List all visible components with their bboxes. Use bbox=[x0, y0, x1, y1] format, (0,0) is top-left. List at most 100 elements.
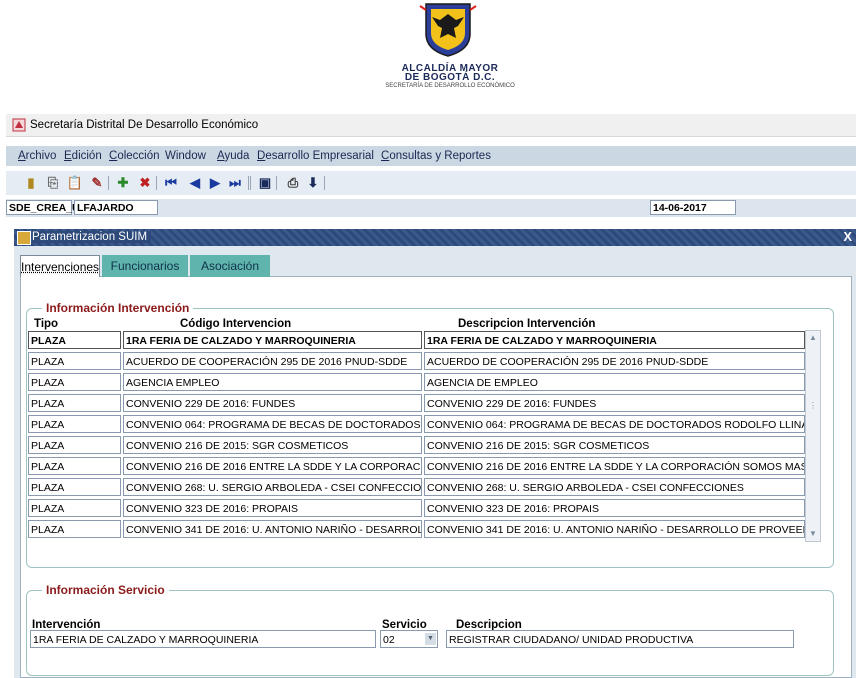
tipo-cell[interactable]: PLAZA bbox=[28, 373, 121, 391]
tipo-cell[interactable]: PLAZA bbox=[28, 394, 121, 412]
logo-line-2: DE BOGOTÁ D.C. bbox=[404, 72, 496, 83]
menu-label: Window bbox=[165, 150, 206, 162]
descripcion-cell[interactable]: CONVENIO 216 DE 2016 ENTRE LA SDDE Y LA … bbox=[424, 457, 805, 475]
descripcion-cell[interactable]: CONVENIO 341 DE 2016: U. ANTONIO NARIÑO … bbox=[424, 520, 805, 538]
insert-record-icon[interactable]: ✚ bbox=[114, 174, 132, 192]
toolbar-separator bbox=[248, 176, 249, 190]
codigo-cell[interactable]: CONVENIO 268: U. SERGIO ARBOLEDA - CSEI … bbox=[123, 478, 422, 496]
print-icon[interactable]: ⎙ bbox=[284, 174, 302, 192]
servicio-value: 02 bbox=[383, 634, 395, 646]
tab-intervenciones[interactable]: Intervenciones bbox=[20, 255, 100, 277]
tipo-cell[interactable]: PLAZA bbox=[28, 415, 121, 433]
toolbar: ▮ ⎘ 📋 ✎ ✚ ✖ ⏮ ◀ ▶ ⏭ ▣ ⎙ ⬇ bbox=[6, 171, 856, 195]
clear-icon[interactable]: ✎ bbox=[88, 174, 106, 192]
chevron-down-icon[interactable]: ▼ bbox=[425, 633, 436, 645]
menu-bar: Archivo Edición Colección Window Ayuda Desarr… bbox=[6, 146, 856, 166]
bogota-coat-of-arms-logo bbox=[418, 0, 478, 58]
form-title-bar: Parametrizacion SUIM X bbox=[14, 229, 856, 246]
codigo-cell[interactable]: 1RA FERIA DE CALZADO Y MARROQUINERIA bbox=[123, 331, 422, 349]
scroll-up-icon[interactable]: ▲ bbox=[806, 331, 820, 345]
descripcion-cell[interactable]: AGENCIA DE EMPLEO bbox=[424, 373, 805, 391]
menu-item-archivo[interactable]: Archivo bbox=[18, 150, 56, 162]
tipo-cell[interactable]: PLAZA bbox=[28, 457, 121, 475]
servicio-select[interactable]: 02 ▼ bbox=[380, 630, 438, 648]
next-record-icon[interactable]: ▶ bbox=[206, 174, 224, 192]
menu-label: esarrollo Empresarial bbox=[265, 150, 374, 162]
exit-icon[interactable]: ▮ bbox=[22, 174, 40, 192]
menu-accelerator: A bbox=[18, 150, 26, 162]
codigo-cell[interactable]: CONVENIO 064: PROGRAMA DE BECAS DE DOCTO… bbox=[123, 415, 422, 433]
first-record-icon[interactable]: ⏮ bbox=[162, 174, 180, 192]
servicio-frame-title: Información Servicio bbox=[42, 583, 169, 597]
app-title: Secretaría Distrital De Desarrollo Econó… bbox=[30, 119, 259, 131]
app-icon bbox=[12, 118, 26, 132]
descripcion-cell[interactable]: ACUERDO DE COOPERACIÓN 295 DE 2016 PNUD-… bbox=[424, 352, 805, 370]
codigo-cell[interactable]: CONVENIO 341 DE 2016: U. ANTONIO NARIÑO … bbox=[123, 520, 422, 538]
descripcion-cell[interactable]: CONVENIO 216 DE 2015: SGR COSMETICOS bbox=[424, 436, 805, 454]
app-title-bar: Secretaría Distrital De Desarrollo Econó… bbox=[6, 114, 856, 137]
form-title: Parametrizacion SUIM bbox=[32, 231, 152, 243]
paste-icon[interactable]: 📋 bbox=[66, 174, 84, 192]
toolbar-separator bbox=[324, 176, 325, 190]
instance-field: SDE_CREA_US bbox=[6, 200, 87, 215]
column-header-codigo: Código Intervencion bbox=[180, 318, 292, 330]
descripcion-cell[interactable]: CONVENIO 229 DE 2016: FUNDES bbox=[424, 394, 805, 412]
logo-caption: ALCALDÍA MAYOR DE BOGOTÁ D.C. SECRETARÍA… bbox=[370, 64, 530, 91]
tab-asociacion[interactable]: Asociación bbox=[190, 255, 270, 277]
table-scrollbar[interactable]: ▲ ⋮ ▼ bbox=[805, 330, 821, 542]
menu-label: onsultas y Reportes bbox=[389, 150, 491, 162]
codigo-cell[interactable]: CONVENIO 229 DE 2016: FUNDES bbox=[123, 394, 422, 412]
descripcion-cell[interactable]: 1RA FERIA DE CALZADO Y MARROQUINERIA bbox=[424, 331, 805, 349]
codigo-cell[interactable]: CONVENIO 323 DE 2016: PROPAIS bbox=[123, 499, 422, 517]
menu-item-window[interactable]: Window bbox=[165, 150, 206, 162]
toolbar-separator bbox=[276, 176, 277, 190]
descripcion-cell[interactable]: CONVENIO 268: U. SERGIO ARBOLEDA - CSEI … bbox=[424, 478, 805, 496]
menu-item-ayuda[interactable]: Ayuda bbox=[217, 150, 249, 162]
close-icon[interactable]: X bbox=[843, 229, 852, 244]
menu-accelerator: E bbox=[64, 150, 72, 162]
last-record-icon[interactable]: ⏭ bbox=[226, 174, 244, 192]
download-icon[interactable]: ⬇ bbox=[304, 174, 322, 192]
previous-record-icon[interactable]: ◀ bbox=[186, 174, 204, 192]
codigo-cell[interactable]: ACUERDO DE COOPERACIÓN 295 DE 2016 PNUD-… bbox=[123, 352, 422, 370]
codigo-cell[interactable]: CONVENIO 216 DE 2015: SGR COSMETICOS bbox=[123, 436, 422, 454]
column-header-tipo: Tipo bbox=[34, 318, 59, 330]
date-field: 14-06-2017 bbox=[650, 200, 736, 215]
tipo-cell[interactable]: PLAZA bbox=[28, 478, 121, 496]
toolbar-separator bbox=[156, 176, 157, 190]
descripcion-cell[interactable]: CONVENIO 064: PROGRAMA DE BECAS DE DOCTO… bbox=[424, 415, 805, 433]
menu-item-desarrollo-empresarial[interactable]: Desarrollo Empresarial bbox=[257, 150, 374, 162]
tipo-cell[interactable]: PLAZA bbox=[28, 520, 121, 538]
tipo-cell[interactable]: PLAZA bbox=[28, 352, 121, 370]
codigo-cell[interactable]: AGENCIA EMPLEO bbox=[123, 373, 422, 391]
toolbar-separator bbox=[108, 176, 109, 190]
intervencion-field[interactable]: 1RA FERIA DE CALZADO Y MARROQUINERIA bbox=[30, 630, 376, 648]
menu-label: yuda bbox=[224, 150, 250, 162]
toolbar-separator bbox=[250, 176, 251, 190]
logo-line-3: SECRETARÍA DE DESARROLLO ECONÓMICO bbox=[385, 83, 515, 89]
menu-item-consultas-y-reportes[interactable]: Consultas y Reportes bbox=[381, 150, 491, 162]
tipo-cell[interactable]: PLAZA bbox=[28, 331, 121, 349]
tab-funcionarios[interactable]: Funcionarios bbox=[102, 255, 188, 277]
tab-intervenciones-label: Intervenciones bbox=[21, 260, 100, 274]
tipo-cell[interactable]: PLAZA bbox=[28, 499, 121, 517]
save-icon[interactable]: ▣ bbox=[256, 174, 274, 192]
user-field: LFAJARDO bbox=[74, 200, 158, 215]
column-header-descripcion: Descripcion Intervención bbox=[458, 318, 596, 330]
intervencion-frame-title: Información Intervención bbox=[42, 301, 194, 315]
copy-icon[interactable]: ⎘ bbox=[44, 174, 62, 192]
menu-item-colección[interactable]: Colección bbox=[109, 150, 160, 162]
tipo-cell[interactable]: PLAZA bbox=[28, 436, 121, 454]
menu-label: olección bbox=[117, 150, 160, 162]
delete-record-icon[interactable]: ✖ bbox=[136, 174, 154, 192]
scroll-down-icon[interactable]: ▼ bbox=[806, 527, 820, 541]
menu-item-edición[interactable]: Edición bbox=[64, 150, 102, 162]
scroll-thumb-grip-icon[interactable]: ⋮ bbox=[806, 399, 820, 413]
form-icon bbox=[17, 231, 31, 245]
menu-label: rchivo bbox=[25, 150, 57, 162]
descripcion-cell[interactable]: CONVENIO 323 DE 2016: PROPAIS bbox=[424, 499, 805, 517]
session-bar: SDE_CREA_US LFAJARDO 14-06-2017 bbox=[6, 199, 856, 217]
menu-label: dición bbox=[71, 150, 102, 162]
codigo-cell[interactable]: CONVENIO 216 DE 2016 ENTRE LA SDDE Y LA … bbox=[123, 457, 422, 475]
descripcion-field[interactable]: REGISTRAR CIUDADANO/ UNIDAD PRODUCTIVA bbox=[446, 630, 794, 648]
